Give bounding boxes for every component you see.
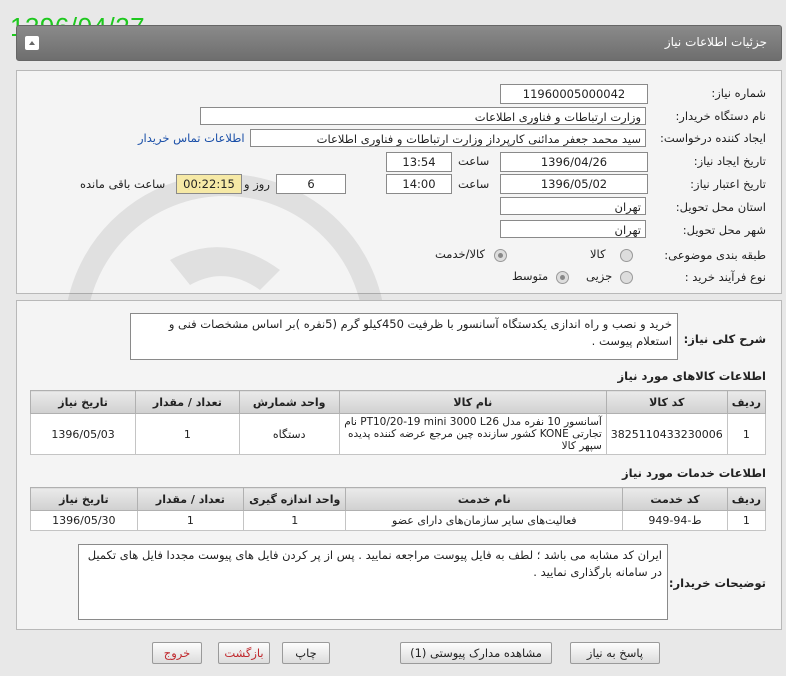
view-attachments-button[interactable]: مشاهده مدارک پیوستی (1) — [400, 642, 552, 664]
services-col-qty: تعداد / مقدار — [136, 487, 245, 511]
buyer-org-field: وزارت ارتباطات و فناوری اطلاعات — [200, 107, 646, 125]
process-minor-label: جزیی — [586, 269, 613, 283]
category-goods-label: کالا — [590, 247, 606, 261]
goods-header-row: ردیف کد کالا نام کالا واحد شمارش تعداد /… — [29, 390, 767, 414]
validity-time-field: 14:00 — [386, 174, 452, 194]
process-medium-radio[interactable] — [556, 271, 569, 284]
print-button[interactable]: چاپ — [282, 642, 330, 664]
services-col-row: ردیف — [726, 487, 767, 511]
city-field: تهران — [500, 220, 646, 238]
table-row: 1 ط-94-949 فعالیت‌های سایر سازمان‌های دا… — [30, 510, 767, 531]
requester-label: ایجاد کننده درخواست: — [660, 131, 766, 145]
services-col-unit: واحد اندازه گیری — [243, 487, 347, 511]
process-minor-radio[interactable] — [620, 271, 633, 284]
goods-cell-date: 1396/05/03 — [29, 413, 137, 455]
goods-col-date: تاریخ نیاز — [29, 390, 137, 414]
process-medium-label: متوسط — [512, 269, 549, 283]
goods-col-unit: واحد شمارش — [238, 390, 340, 414]
buyer-notes-label: توضیحات خریدار: — [668, 576, 766, 590]
created-date-field: 1396/04/26 — [500, 152, 648, 172]
province-label: استان محل تحویل: — [675, 200, 766, 214]
remaining-time-field: 00:22:15 — [176, 174, 242, 194]
services-col-date: تاریخ نیاز — [30, 487, 138, 511]
requester-field: سید محمد جعفر مدائنی کارپرداز وزارت ارتب… — [250, 129, 646, 147]
process-label: نوع فرآیند خرید : — [684, 270, 766, 284]
validity-date-label: تاریخ اعتبار نیاز: — [690, 177, 766, 191]
services-section-title: اطلاعات خدمات مورد نیاز — [622, 466, 766, 480]
exit-button[interactable]: خروج — [152, 642, 202, 664]
days-field: 6 — [276, 174, 346, 194]
remaining-time-label: ساعت باقی مانده — [80, 177, 166, 191]
goods-col-row: ردیف — [726, 390, 767, 414]
goods-col-code: کد کالا — [605, 390, 728, 414]
buyer-notes-text: ایران کد مشابه می باشد ؛ لطف به فایل پیو… — [78, 544, 668, 620]
goods-table: ردیف کد کالا نام کالا واحد شمارش تعداد /… — [29, 390, 767, 455]
category-goods-service-label: کالا/خدمت — [435, 247, 486, 261]
goods-col-name: نام کالا — [338, 390, 607, 414]
goods-col-qty: تعداد / مقدار — [135, 390, 240, 414]
table-row: 1 3825110433230006 آسانسور 10 نفره مدل P… — [29, 413, 767, 455]
reply-button[interactable]: پاسخ به نیاز — [570, 642, 660, 664]
goods-cell-qty: 1 — [135, 413, 240, 455]
goods-cell-row: 1 — [726, 413, 767, 455]
services-cell-name: فعالیت‌های سایر سازمان‌های دارای عضو — [345, 510, 624, 531]
page-title: جزئیات اطلاعات نیاز — [664, 35, 767, 49]
need-number-label: شماره نیاز: — [711, 86, 766, 100]
goods-cell-name: آسانسور 10 نفره مدل PT10/20-19 mini 3000… — [338, 413, 607, 455]
goods-cell-code: 3825110433230006 — [605, 413, 728, 455]
collapse-arrow-icon[interactable] — [25, 36, 39, 50]
description-text: خرید و نصب و راه اندازی یکدستگاه آسانسور… — [130, 313, 678, 360]
services-col-name: نام خدمت — [345, 487, 624, 511]
description-label: شرح کلی نیاز: — [683, 332, 766, 346]
services-cell-unit: 1 — [243, 510, 347, 531]
province-field: تهران — [500, 197, 646, 215]
category-goods-service-radio[interactable] — [494, 249, 507, 262]
buyer-contact-link[interactable]: اطلاعات تماس خریدار — [138, 131, 245, 145]
services-cell-row: 1 — [726, 510, 767, 531]
category-label: طبقه بندی موضوعی: — [664, 248, 766, 262]
services-table: ردیف کد خدمت نام خدمت واحد اندازه گیری ت… — [30, 487, 767, 531]
services-cell-code: ط-94-949 — [622, 510, 728, 531]
days-label: روز و — [244, 177, 270, 191]
created-date-label: تاریخ ایجاد نیاز: — [693, 154, 766, 168]
services-col-code: کد خدمت — [622, 487, 728, 511]
back-button[interactable]: بازگشت — [218, 642, 270, 664]
page-header: جزئیات اطلاعات نیاز — [16, 25, 782, 61]
buyer-org-label: نام دستگاه خریدار: — [675, 109, 766, 123]
city-label: شهر محل تحویل: — [682, 223, 766, 237]
validity-time-label: ساعت — [458, 177, 490, 191]
created-time-field: 13:54 — [386, 152, 452, 172]
need-number-field: 11960005000042 — [500, 84, 648, 104]
category-goods-radio[interactable] — [620, 249, 633, 262]
validity-date-field: 1396/05/02 — [500, 174, 648, 194]
services-cell-date: 1396/05/30 — [30, 510, 138, 531]
created-time-label: ساعت — [458, 154, 490, 168]
services-header-row: ردیف کد خدمت نام خدمت واحد اندازه گیری ت… — [30, 487, 767, 511]
services-cell-qty: 1 — [136, 510, 245, 531]
goods-cell-unit: دستگاه — [238, 413, 340, 455]
goods-section-title: اطلاعات کالاهای مورد نیاز — [617, 369, 766, 383]
